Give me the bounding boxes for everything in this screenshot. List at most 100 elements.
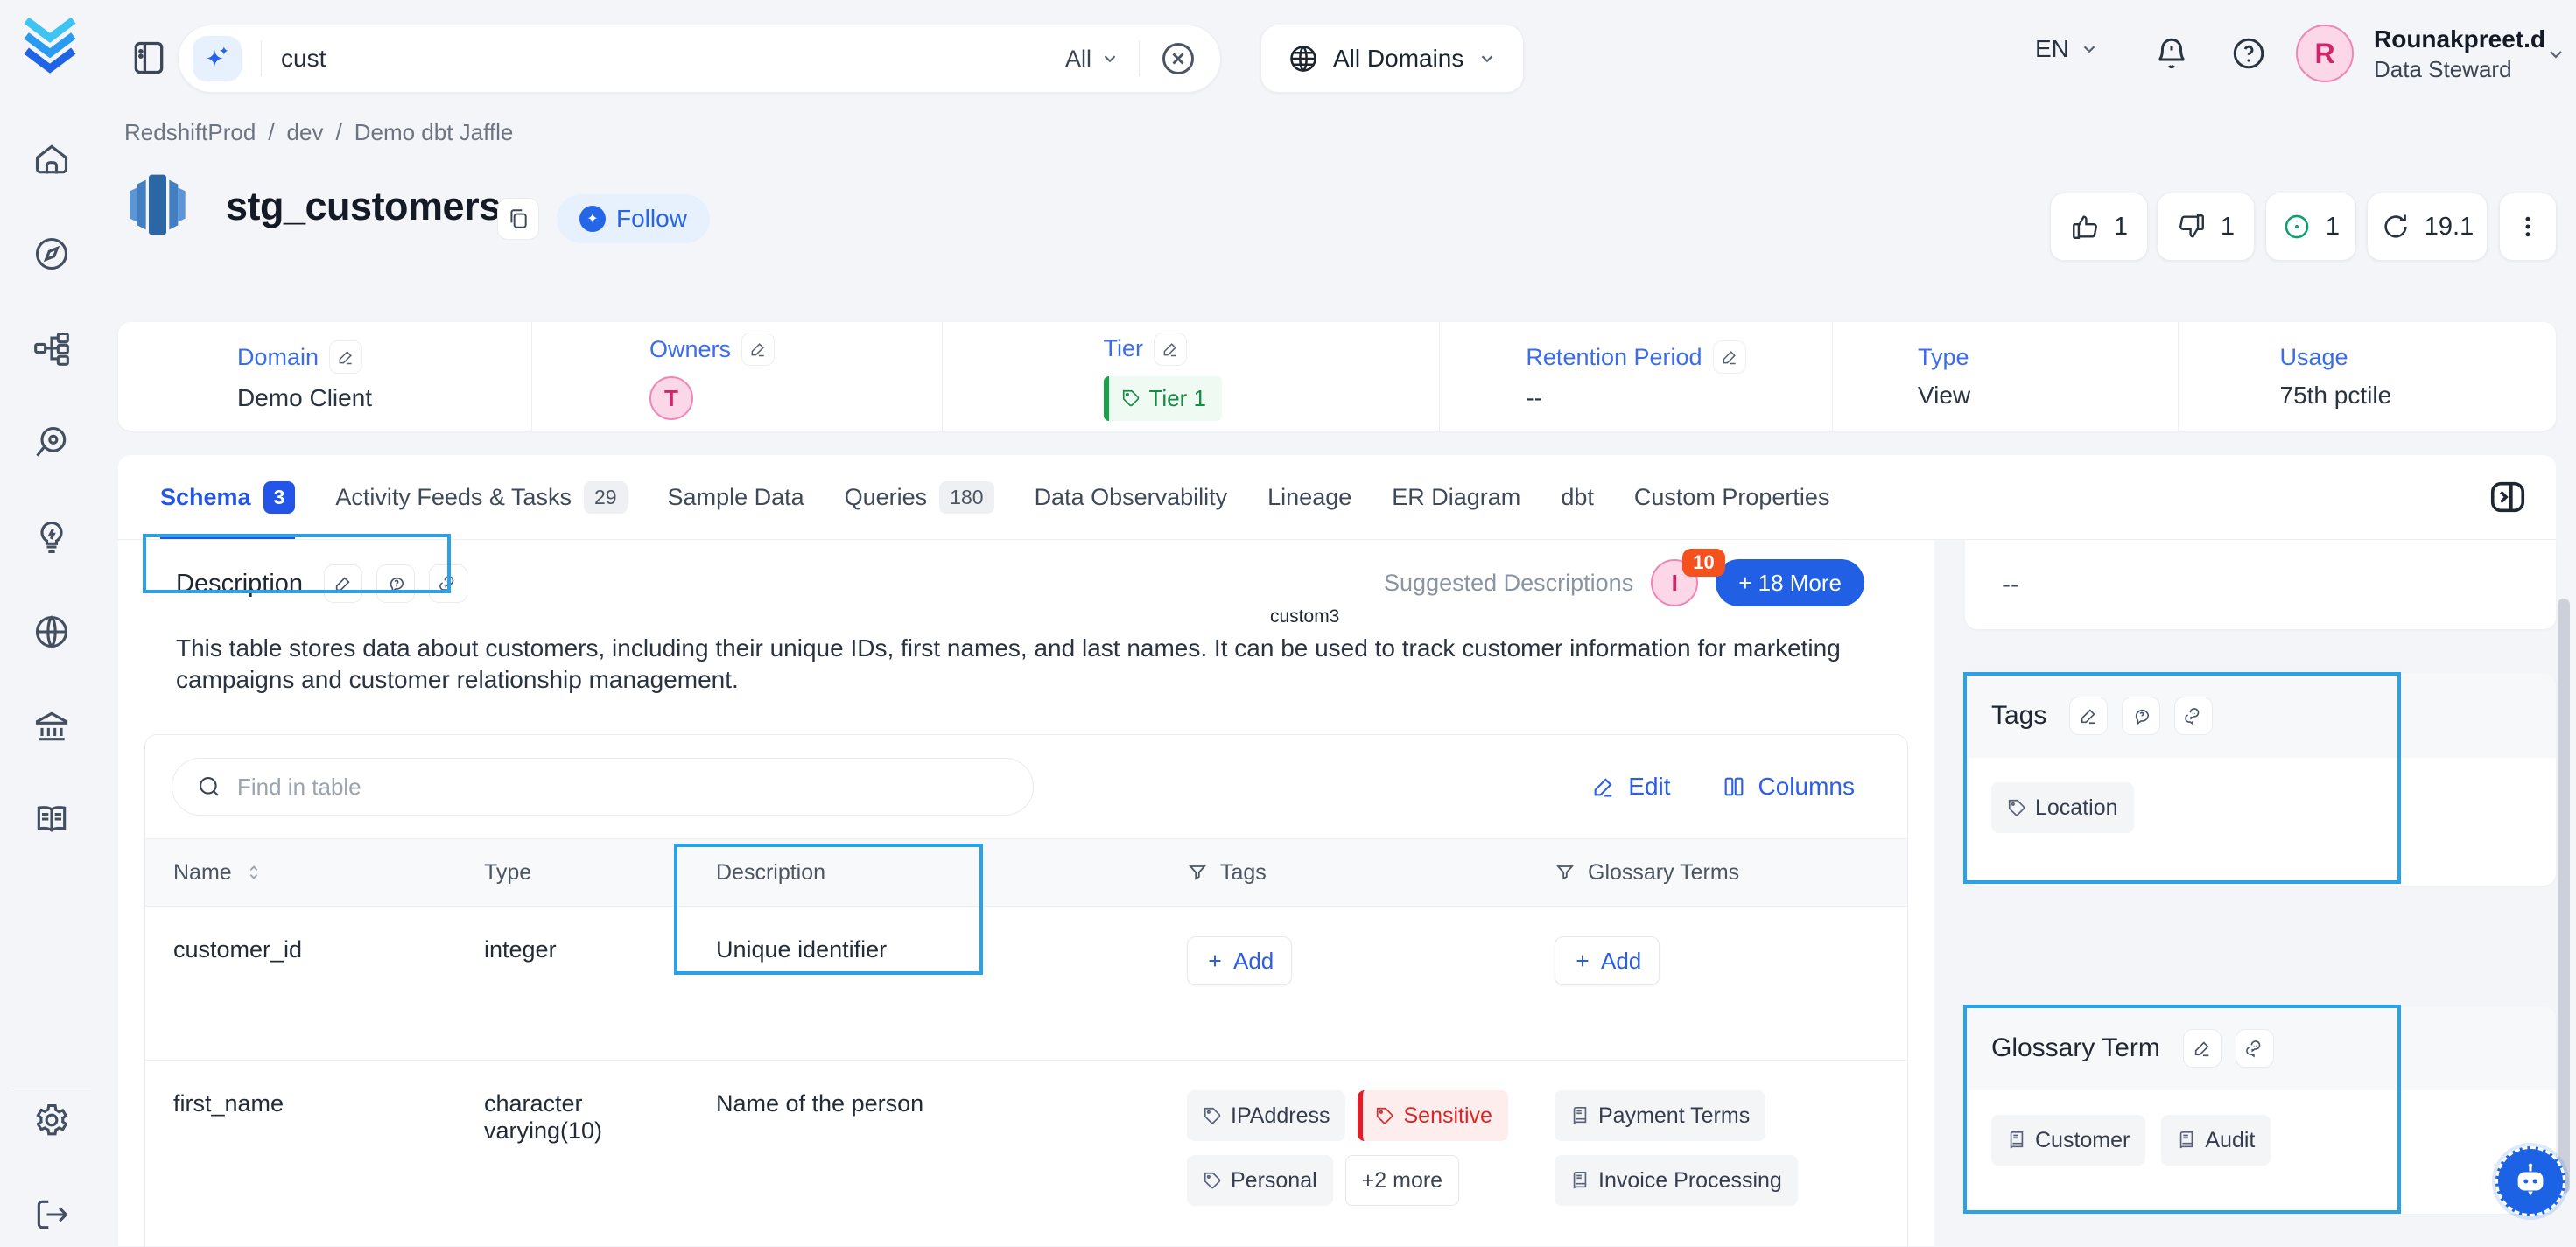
- breadcrumb-item[interactable]: Demo dbt Jaffle: [354, 119, 514, 146]
- downvote-button[interactable]: 1: [2157, 193, 2255, 261]
- copy-suggestions-icon[interactable]: [429, 564, 467, 603]
- tag-pill-sensitive[interactable]: Sensitive: [1358, 1090, 1507, 1141]
- collapse-panel-icon[interactable]: [2488, 477, 2528, 517]
- add-tag-button[interactable]: Add: [1187, 936, 1292, 985]
- user-menu[interactable]: Rounakpreet.d Data Steward: [2374, 25, 2545, 84]
- copy-suggestions-icon[interactable]: [2174, 697, 2213, 735]
- find-in-table-input[interactable]: Find in table: [172, 758, 1034, 816]
- more-actions-button[interactable]: [2499, 193, 2557, 261]
- column-header-glossary[interactable]: Glossary Terms: [1520, 839, 1908, 906]
- copy-suggestions-icon[interactable]: [2236, 1029, 2274, 1068]
- lightbulb-icon[interactable]: [32, 518, 71, 557]
- edit-pencil-icon[interactable]: [1154, 333, 1187, 366]
- breadcrumb-sep: /: [335, 119, 341, 146]
- edit-table-button[interactable]: Edit: [1591, 773, 1670, 801]
- help-icon[interactable]: [2230, 35, 2267, 72]
- tab-custom-properties[interactable]: Custom Properties: [1634, 455, 1830, 539]
- chevron-down-icon[interactable]: [2545, 44, 2566, 65]
- tab-badge: 3: [263, 481, 296, 514]
- comment-question-icon[interactable]: [2122, 697, 2160, 735]
- suggestion-avatar[interactable]: I 10: [1651, 559, 1698, 606]
- table-header-row: Name Type Description Tags Glossary Term…: [145, 838, 1907, 907]
- globe-icon[interactable]: [32, 613, 71, 651]
- tab-lineage[interactable]: Lineage: [1267, 455, 1351, 539]
- edit-pencil-icon[interactable]: [329, 340, 362, 374]
- owner-avatar[interactable]: T: [649, 376, 693, 420]
- global-search[interactable]: ✦✦ cust All: [178, 25, 1221, 93]
- status-button[interactable]: 1: [2265, 193, 2356, 261]
- glossary-term-pill[interactable]: Audit: [2161, 1115, 2271, 1166]
- tier-badge[interactable]: Tier 1: [1104, 376, 1223, 421]
- edit-pencil-icon[interactable]: [324, 564, 362, 603]
- sort-icon[interactable]: [244, 863, 263, 882]
- search-scope-dropdown[interactable]: All: [1065, 46, 1120, 73]
- user-role: Data Steward: [2374, 54, 2545, 84]
- comment-question-icon[interactable]: [376, 564, 415, 603]
- table-row[interactable]: customer_id integer Unique identifier Ad…: [145, 907, 1907, 1061]
- gear-icon[interactable]: [32, 1101, 71, 1139]
- more-suggestions-button[interactable]: + 18 More: [1716, 559, 1864, 606]
- home-icon[interactable]: [32, 140, 71, 179]
- tab-schema[interactable]: Schema3: [160, 455, 295, 539]
- more-tags-pill[interactable]: +2 more: [1345, 1155, 1459, 1206]
- atlan-logo-icon[interactable]: [23, 18, 77, 75]
- sidebar-toggle-icon[interactable]: [130, 39, 168, 77]
- tag-pill[interactable]: Personal: [1187, 1155, 1333, 1206]
- tab-data-observability[interactable]: Data Observability: [1035, 455, 1228, 539]
- tab-er-diagram[interactable]: ER Diagram: [1392, 455, 1520, 539]
- add-glossary-button[interactable]: Add: [1555, 936, 1660, 985]
- filter-funnel-icon[interactable]: [1187, 862, 1208, 883]
- tag-pill[interactable]: IPAddress: [1187, 1090, 1345, 1141]
- divider: [1139, 41, 1140, 76]
- clear-search-icon[interactable]: [1159, 39, 1197, 78]
- tab-activity-feeds[interactable]: Activity Feeds & Tasks29: [335, 455, 627, 539]
- column-header-name[interactable]: Name: [145, 839, 456, 906]
- glossary-term-pill[interactable]: Invoice Processing: [1555, 1155, 1798, 1206]
- cell-type: character varying(10): [456, 1061, 688, 1247]
- bank-icon[interactable]: [32, 707, 71, 746]
- refresh-score-button[interactable]: 19.1: [2367, 193, 2488, 261]
- domains-filter-button[interactable]: All Domains: [1260, 25, 1524, 93]
- notifications-bell-icon[interactable]: [2153, 35, 2190, 72]
- column-header-type[interactable]: Type: [456, 839, 688, 906]
- table-row[interactable]: first_name character varying(10) Name of…: [145, 1061, 1907, 1247]
- kebab-icon: [2515, 212, 2541, 242]
- edit-pencil-icon[interactable]: [741, 333, 775, 366]
- edit-pencil-icon[interactable]: [2069, 697, 2108, 735]
- edit-pencil-icon[interactable]: [1713, 340, 1746, 374]
- workflow-icon[interactable]: [32, 329, 71, 368]
- search-insight-icon[interactable]: [32, 424, 71, 462]
- tag-pill[interactable]: Location: [1991, 782, 2134, 833]
- search-input[interactable]: cust: [281, 45, 1065, 73]
- type-value: View: [1918, 382, 1970, 410]
- breadcrumb-item[interactable]: dev: [287, 119, 324, 146]
- glossary-book-icon[interactable]: [32, 800, 71, 838]
- glossary-term-pill[interactable]: Customer: [1991, 1115, 2145, 1166]
- columns-config-button[interactable]: Columns: [1722, 773, 1855, 801]
- copy-icon[interactable]: [497, 198, 539, 240]
- logout-icon[interactable]: [32, 1195, 71, 1234]
- filter-funnel-icon[interactable]: [1555, 862, 1576, 883]
- chatbot-button[interactable]: [2495, 1146, 2565, 1216]
- glossary-card: Glossary Term Customer Audit: [1965, 1006, 2556, 1214]
- description-text: This table stores data about customers, …: [176, 633, 1874, 696]
- tab-dbt[interactable]: dbt: [1561, 455, 1594, 539]
- breadcrumb-item[interactable]: RedshiftProd: [124, 119, 256, 146]
- edit-pencil-icon[interactable]: [2183, 1029, 2222, 1068]
- user-avatar[interactable]: R: [2296, 25, 2354, 82]
- upvote-button[interactable]: 1: [2050, 193, 2148, 261]
- cell-description: Name of the person: [688, 1061, 1152, 1247]
- column-header-description[interactable]: Description: [688, 839, 1152, 906]
- glossary-term-pill[interactable]: Payment Terms: [1555, 1090, 1765, 1141]
- panel-scrollbar[interactable]: [2558, 599, 2570, 1194]
- domain-value[interactable]: Demo Client: [237, 384, 372, 412]
- panel-empty-value: --: [1965, 540, 2556, 629]
- tab-sample-data[interactable]: Sample Data: [668, 455, 804, 539]
- locale-dropdown[interactable]: EN: [2035, 35, 2099, 63]
- description-title: Description: [176, 570, 303, 599]
- follow-button[interactable]: ✦ Follow: [557, 194, 710, 243]
- compass-icon[interactable]: [32, 235, 71, 273]
- chevron-down-icon: [1478, 49, 1497, 68]
- column-header-tags[interactable]: Tags: [1152, 839, 1520, 906]
- tab-queries[interactable]: Queries180: [845, 455, 994, 539]
